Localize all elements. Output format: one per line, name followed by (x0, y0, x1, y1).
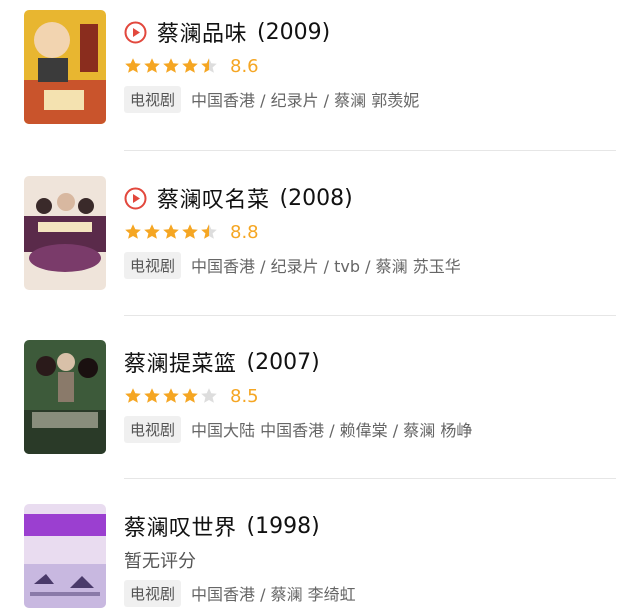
meta-row: 电视剧 中国香港 / 蔡澜 李绮虹 (124, 578, 356, 608)
title-row: 蔡澜提菜篮 (2007) (124, 344, 320, 380)
star-icon (143, 387, 161, 405)
rating-row: 暂无评分 (124, 546, 196, 574)
item-year: (1998) (246, 513, 320, 539)
list-item[interactable]: 蔡澜叹名菜 (2008) 8.8 电视剧 中国香港 / 纪录片 / tvb / … (0, 176, 640, 306)
star-icon (162, 387, 180, 405)
rating-row: 8.8 (124, 218, 259, 246)
rating-score: 8.5 (230, 385, 259, 407)
star-icon (200, 57, 218, 75)
title-row: 蔡澜品味 (2009) (124, 14, 330, 50)
star-icon (200, 223, 218, 241)
item-title[interactable]: 蔡澜品味 (157, 16, 247, 48)
star-icon (181, 57, 199, 75)
rating-stars (124, 57, 218, 75)
rating-row: 8.5 (124, 382, 259, 410)
star-icon (143, 223, 161, 241)
item-meta: 中国香港 / 蔡澜 李绮虹 (191, 585, 356, 604)
list-item[interactable]: 蔡澜提菜篮 (2007) 8.5 电视剧 中国大陆 中国香港 / 赖偉棠 / 蔡… (0, 340, 640, 470)
rating-score: 8.6 (230, 55, 259, 77)
no-rating-text: 暂无评分 (124, 551, 196, 572)
item-year: (2007) (246, 349, 320, 375)
title-row: 蔡澜叹世界 (1998) (124, 508, 320, 544)
item-title[interactable]: 蔡澜叹世界 (124, 510, 237, 542)
meta-row: 电视剧 中国香港 / 纪录片 / 蔡澜 郭羡妮 (124, 84, 419, 114)
rating-stars (124, 223, 218, 241)
play-icon[interactable] (124, 187, 147, 210)
star-icon (181, 387, 199, 405)
category-tag: 电视剧 (124, 251, 182, 279)
star-icon (181, 223, 199, 241)
list-item[interactable]: 蔡澜叹世界 (1998) 暂无评分 电视剧 中国香港 / 蔡澜 李绮虹 (0, 504, 640, 613)
poster-image[interactable] (24, 176, 106, 290)
list-item[interactable]: 蔡澜品味 (2009) 8.6 电视剧 中国香港 / 纪录片 / 蔡澜 郭羡妮 (0, 10, 640, 140)
category-tag: 电视剧 (124, 85, 182, 113)
item-meta: 中国大陆 中国香港 / 赖偉棠 / 蔡澜 杨峥 (191, 421, 473, 440)
item-title[interactable]: 蔡澜叹名菜 (157, 182, 270, 214)
divider (124, 478, 616, 479)
meta-row: 电视剧 中国大陆 中国香港 / 赖偉棠 / 蔡澜 杨峥 (124, 414, 472, 444)
star-icon (143, 57, 161, 75)
star-icon (124, 223, 142, 241)
star-icon (200, 387, 218, 405)
meta-row: 电视剧 中国香港 / 纪录片 / tvb / 蔡澜 苏玉华 (124, 250, 461, 280)
poster-image[interactable] (24, 10, 106, 124)
divider (124, 150, 616, 151)
item-year: (2008) (279, 185, 353, 211)
title-row: 蔡澜叹名菜 (2008) (124, 180, 353, 216)
divider (124, 315, 616, 316)
search-result-list: 蔡澜品味 (2009) 8.6 电视剧 中国香港 / 纪录片 / 蔡澜 郭羡妮 (0, 0, 640, 613)
star-icon (124, 57, 142, 75)
item-meta: 中国香港 / 纪录片 / tvb / 蔡澜 苏玉华 (191, 257, 461, 276)
item-year: (2009) (257, 19, 331, 45)
rating-stars (124, 387, 218, 405)
rating-score: 8.8 (230, 221, 259, 243)
rating-row: 8.6 (124, 52, 259, 80)
item-title[interactable]: 蔡澜提菜篮 (124, 346, 237, 378)
item-meta: 中国香港 / 纪录片 / 蔡澜 郭羡妮 (191, 91, 420, 110)
star-icon (124, 387, 142, 405)
category-tag: 电视剧 (124, 579, 182, 607)
play-icon[interactable] (124, 21, 147, 44)
poster-image[interactable] (24, 340, 106, 454)
category-tag: 电视剧 (124, 415, 182, 443)
star-icon (162, 223, 180, 241)
star-icon (162, 57, 180, 75)
poster-image[interactable] (24, 504, 106, 608)
